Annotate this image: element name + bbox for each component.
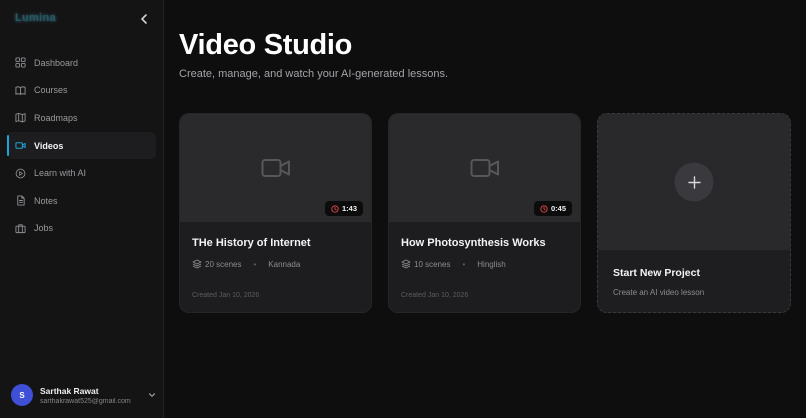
scene-count: 20 scenes <box>205 259 242 269</box>
dashboard-icon <box>15 57 26 68</box>
add-project-button[interactable] <box>674 162 714 202</box>
video-thumbnail[interactable]: 0:45 <box>389 114 580 222</box>
sidebar-item-label: Jobs <box>34 223 54 234</box>
created-date: Created Jan 10, 2026 <box>401 292 469 299</box>
user-name: Sarthak Rawat <box>40 385 99 396</box>
page-title: Video Studio <box>179 29 353 61</box>
new-project-card[interactable]: Start New Project Create an AI video les… <box>597 113 791 313</box>
sidebar-item-roadmaps[interactable]: Roadmaps <box>7 104 156 132</box>
new-project-subtitle: Create an AI video lesson <box>613 288 705 297</box>
sidebar-nav: Dashboard Courses Roadmaps Videos Learn … <box>7 49 156 242</box>
sidebar-item-dashboard[interactable]: Dashboard <box>7 49 156 77</box>
video-language: Hinglish <box>477 259 506 269</box>
duration-badge: 0:45 <box>533 201 572 216</box>
duration-badge: 1:43 <box>324 201 363 216</box>
notes-icon <box>17 195 25 206</box>
video-meta: 10 scenes • Hinglish <box>401 259 506 269</box>
play-circle-icon <box>15 168 26 179</box>
video-card[interactable]: 1:43 THe History of Internet 20 scenes •… <box>179 113 372 313</box>
video-card[interactable]: 0:45 How Photosynthesis Works 10 scenes … <box>388 113 581 313</box>
sidebar-item-learn-with-ai[interactable]: Learn with AI <box>7 159 156 187</box>
duration-text: 1:43 <box>341 204 357 213</box>
sidebar-item-videos[interactable]: Videos <box>7 131 156 160</box>
video-camera-icon <box>261 159 290 177</box>
book-icon <box>15 86 26 95</box>
app-logo[interactable]: Lumina <box>15 12 56 24</box>
sidebar-item-jobs[interactable]: Jobs <box>7 215 156 243</box>
page-subtitle: Create, manage, and watch your AI-genera… <box>179 68 449 80</box>
video-thumbnail[interactable]: 1:43 <box>180 114 371 222</box>
sidebar-item-courses[interactable]: Courses <box>7 77 156 105</box>
sidebar-item-label: Roadmaps <box>34 112 78 123</box>
briefcase-icon <box>15 224 26 233</box>
duration-text: 0:45 <box>550 204 566 213</box>
meta-separator: • <box>462 259 466 269</box>
layers-icon <box>401 259 411 269</box>
layers-icon <box>192 259 202 269</box>
clock-icon <box>540 204 548 213</box>
scene-count: 10 scenes <box>414 259 451 269</box>
chevron-down-icon[interactable] <box>148 391 156 399</box>
sidebar: Lumina Dashboard Courses Roadmaps Videos… <box>0 0 164 418</box>
clock-icon <box>331 204 339 213</box>
meta-separator: • <box>253 259 257 269</box>
new-project-title: Start New Project <box>613 267 700 279</box>
avatar: S <box>11 384 33 406</box>
video-language: Kannada <box>268 259 301 269</box>
video-card-body: THe History of Internet 20 scenes • Kann… <box>180 222 371 312</box>
user-info: Sarthak Rawat sarthakrawat525@gmail.com <box>40 386 136 405</box>
video-title: THe History of Internet <box>192 237 311 249</box>
sidebar-item-label: Notes <box>34 195 58 206</box>
video-card-body: How Photosynthesis Works 10 scenes • Hin… <box>389 222 580 312</box>
user-email: sarthakrawat525@gmail.com <box>40 397 131 405</box>
map-icon <box>15 113 26 123</box>
sidebar-item-label: Learn with AI <box>34 168 87 179</box>
video-meta: 20 scenes • Kannada <box>192 259 300 269</box>
user-menu[interactable]: S Sarthak Rawat sarthakrawat525@gmail.co… <box>11 382 156 408</box>
new-project-area[interactable] <box>598 114 790 250</box>
plus-icon <box>687 175 701 189</box>
collapse-sidebar-icon[interactable] <box>138 12 150 26</box>
sidebar-item-label: Dashboard <box>34 57 79 68</box>
sidebar-item-notes[interactable]: Notes <box>7 187 156 215</box>
created-date: Created Jan 10, 2026 <box>192 292 260 299</box>
video-camera-icon <box>470 159 499 177</box>
sidebar-item-label: Courses <box>34 85 68 96</box>
sidebar-item-label: Videos <box>34 140 64 151</box>
video-title: How Photosynthesis Works <box>401 237 546 249</box>
video-icon <box>15 142 26 149</box>
